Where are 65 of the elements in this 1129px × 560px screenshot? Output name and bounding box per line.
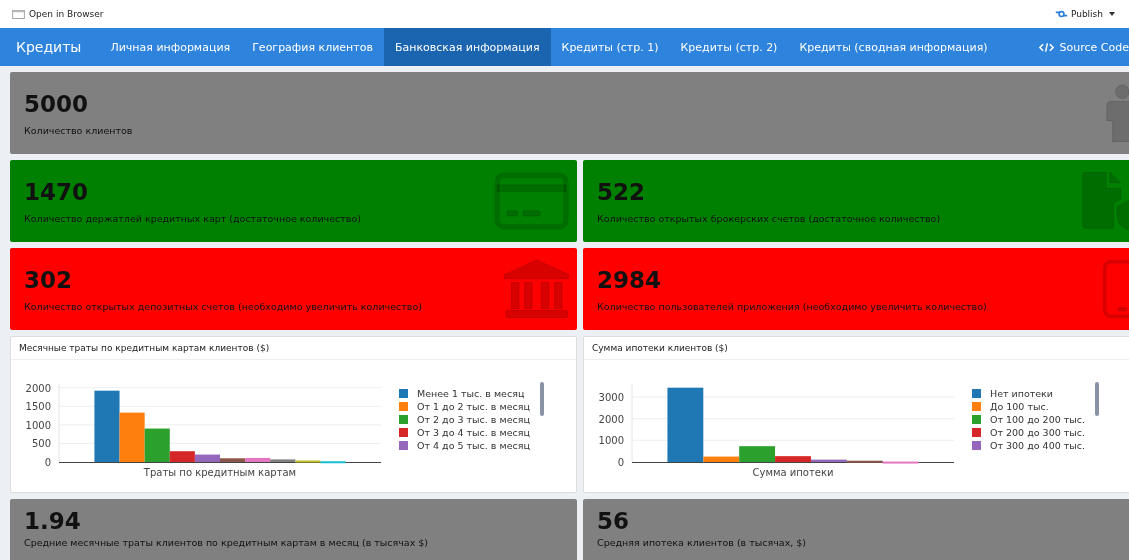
value-number: 56 <box>597 508 630 534</box>
open-in-browser-link[interactable]: Open in Browser <box>29 9 104 19</box>
y-tick-label: 1500 <box>25 401 51 413</box>
nav-tab[interactable]: География клиентов <box>241 28 384 66</box>
value-number: 5000 <box>24 90 89 117</box>
legend-label[interactable]: От 2 до 3 тыс. в месяц <box>417 414 530 425</box>
legend-swatch <box>972 389 981 398</box>
y-tick-label: 3000 <box>598 392 624 403</box>
value-number: 2984 <box>597 266 662 293</box>
legend-swatch <box>399 402 408 411</box>
nav-tab[interactable]: Личная информация <box>99 28 242 66</box>
caret-icon <box>1109 12 1115 16</box>
publish-icon <box>1054 9 1068 19</box>
legend-swatch <box>972 441 981 450</box>
legend-swatch <box>399 441 408 450</box>
legend-swatch <box>972 415 981 424</box>
value-number: 522 <box>597 178 646 205</box>
legend-swatch <box>972 402 981 411</box>
nav-tab[interactable]: Кредиты (сводная информация) <box>788 28 999 66</box>
value-number: 1470 <box>24 178 89 205</box>
value-label: Количество открытых брокерских счетов (достаточное количество) <box>597 212 941 224</box>
legend-label[interactable]: До 100 тыс. <box>990 401 1049 412</box>
y-tick-label: 1000 <box>598 435 624 447</box>
legend-label[interactable]: От 4 до 5 тыс. в месяц <box>417 440 530 451</box>
legend-swatch <box>399 428 408 437</box>
chart-title: Сумма ипотеки клиентов ($) <box>584 337 1129 360</box>
y-tick-label: 500 <box>31 438 51 450</box>
legend-scrollbar[interactable] <box>539 382 544 416</box>
value-label: Средние месячные траты клиентов по кредитным картам в месяц (в тысячах $) <box>24 537 429 548</box>
x-category-label: Траты по кредитным картам <box>143 467 297 478</box>
publish-button[interactable]: Publish <box>1050 7 1119 21</box>
value-label: Количество открытых депозитных счетов (необходимо увеличить количество) <box>24 300 422 312</box>
legend-label[interactable]: От 300 до 400 тыс. <box>990 440 1085 451</box>
credit-card-icon <box>493 172 569 230</box>
legend-label[interactable]: От 100 до 200 тыс. <box>990 414 1085 425</box>
legend-label[interactable]: От 1 до 2 тыс. в месяц <box>417 401 530 412</box>
nav-tab[interactable]: Кредиты (стр. 2) <box>669 28 789 66</box>
value-label: Количество держатлей кредитных карт (достаточное количество) <box>24 212 361 224</box>
x-category-label: Сумма ипотеки <box>752 467 834 478</box>
bank-icon <box>503 260 569 318</box>
value-number: 1.94 <box>24 508 82 534</box>
legend-label[interactable]: От 200 до 300 тыс. <box>990 427 1085 438</box>
code-icon <box>1038 41 1054 53</box>
legend-label[interactable]: Нет ипотеки <box>990 388 1054 399</box>
y-tick-label: 0 <box>44 457 51 468</box>
legend-swatch <box>972 428 981 437</box>
y-tick-label: 0 <box>617 457 624 468</box>
browser-window-icon <box>12 9 25 19</box>
value-label: Средняя ипотека клиентов (в тысячах, $) <box>597 537 807 548</box>
legend-scrollbar[interactable] <box>1095 382 1099 416</box>
value-label: Количество пользователей приложения (необходимо увеличить количество) <box>597 300 987 312</box>
chart-title: Месячные траты по кредитным картам клиентов ($) <box>11 337 576 360</box>
app-title: Кредиты <box>15 38 83 57</box>
value-label: Количество клиентов <box>24 124 133 136</box>
legend-label[interactable]: Менее 1 тыс. в месяц <box>417 388 525 399</box>
y-tick-label: 2000 <box>25 382 51 394</box>
nav-tab[interactable]: Кредиты (стр. 1) <box>550 28 670 66</box>
source-code-link[interactable]: Source Code <box>1024 28 1129 66</box>
value-number: 302 <box>24 266 73 293</box>
y-tick-label: 2000 <box>598 413 624 425</box>
y-tick-label: 1000 <box>25 419 51 431</box>
legend-swatch <box>399 389 408 398</box>
nav-tab[interactable]: Банковская информация <box>383 28 551 66</box>
legend-label[interactable]: От 3 до 4 тыс. в месяц <box>417 427 530 438</box>
legend-swatch <box>399 415 408 424</box>
